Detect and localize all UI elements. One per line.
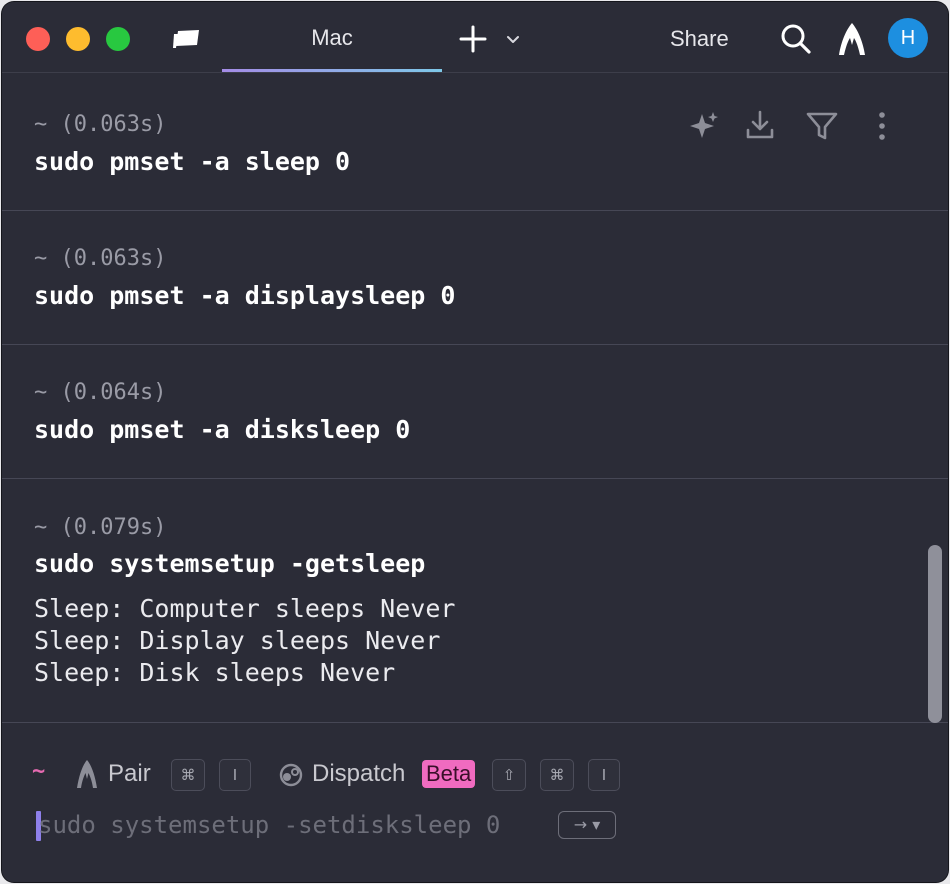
sparkles-icon[interactable] bbox=[686, 108, 722, 144]
terminal-window: Mac Share H ~ (0.063s) sudo pmset -a sle… bbox=[2, 2, 948, 882]
beta-badge: Beta bbox=[422, 760, 476, 788]
command-block[interactable]: ~ (0.063s) sudo pmset -a displaysleep 0 bbox=[2, 211, 948, 345]
warp-logo-icon[interactable] bbox=[838, 22, 866, 56]
shortcut-key: ⌘ bbox=[540, 759, 574, 791]
block-meta: ~ (0.063s) bbox=[34, 246, 167, 271]
shortcut-key: I bbox=[588, 759, 620, 791]
avatar[interactable]: H bbox=[888, 18, 928, 58]
block-command: sudo pmset -a sleep 0 bbox=[34, 147, 351, 176]
command-block[interactable]: ~ (0.079s) sudo systemsetup -getsleep Sl… bbox=[2, 479, 948, 723]
block-meta: ~ (0.063s) bbox=[34, 112, 167, 137]
chevron-down-icon[interactable] bbox=[505, 31, 521, 47]
autosuggestion-text[interactable]: sudo systemsetup -setdisksleep 0 bbox=[38, 810, 500, 840]
output-line: Sleep: Disk sleeps Never bbox=[34, 658, 396, 687]
dispatch-icon[interactable] bbox=[278, 762, 304, 788]
output-line: Sleep: Computer sleeps Never bbox=[34, 594, 456, 623]
warp-agent-icon[interactable] bbox=[76, 759, 98, 789]
block-command: sudo systemsetup -getsleep bbox=[34, 549, 426, 578]
block-meta: ~ (0.079s) bbox=[34, 515, 167, 540]
output-line: Sleep: Display sleeps Never bbox=[34, 626, 441, 655]
active-tab-indicator bbox=[222, 69, 442, 72]
prompt-symbol: ~ bbox=[32, 759, 46, 784]
minimize-window-button[interactable] bbox=[66, 27, 90, 51]
zoom-window-button[interactable] bbox=[106, 27, 130, 51]
title-bar: Mac Share H bbox=[2, 2, 948, 73]
close-window-button[interactable] bbox=[26, 27, 50, 51]
block-command: sudo pmset -a disksleep 0 bbox=[34, 415, 411, 444]
command-block[interactable]: ~ (0.064s) sudo pmset -a disksleep 0 bbox=[2, 345, 948, 479]
dispatch-button[interactable]: Dispatch bbox=[312, 759, 405, 789]
block-meta: ~ (0.064s) bbox=[34, 380, 167, 405]
tab-label: Mac bbox=[311, 25, 353, 50]
block-command: sudo pmset -a displaysleep 0 bbox=[34, 281, 456, 310]
download-icon[interactable] bbox=[742, 108, 778, 144]
scrollbar-thumb[interactable] bbox=[928, 545, 942, 723]
share-button[interactable]: Share bbox=[670, 24, 729, 54]
more-vertical-icon[interactable] bbox=[864, 108, 900, 144]
plus-icon[interactable] bbox=[458, 24, 488, 54]
pair-button[interactable]: Pair bbox=[108, 759, 151, 789]
tab-mac[interactable]: Mac bbox=[222, 2, 442, 72]
input-editor[interactable] bbox=[2, 723, 948, 882]
search-icon[interactable] bbox=[780, 23, 812, 55]
tabs-icon[interactable] bbox=[172, 28, 202, 50]
filter-icon[interactable] bbox=[804, 108, 840, 144]
shortcut-key: ⌘ bbox=[171, 759, 205, 791]
accept-suggestion-button[interactable]: → ▾ bbox=[558, 811, 616, 839]
shortcut-key: ⇧ bbox=[492, 759, 526, 791]
shortcut-key: I bbox=[219, 759, 251, 791]
